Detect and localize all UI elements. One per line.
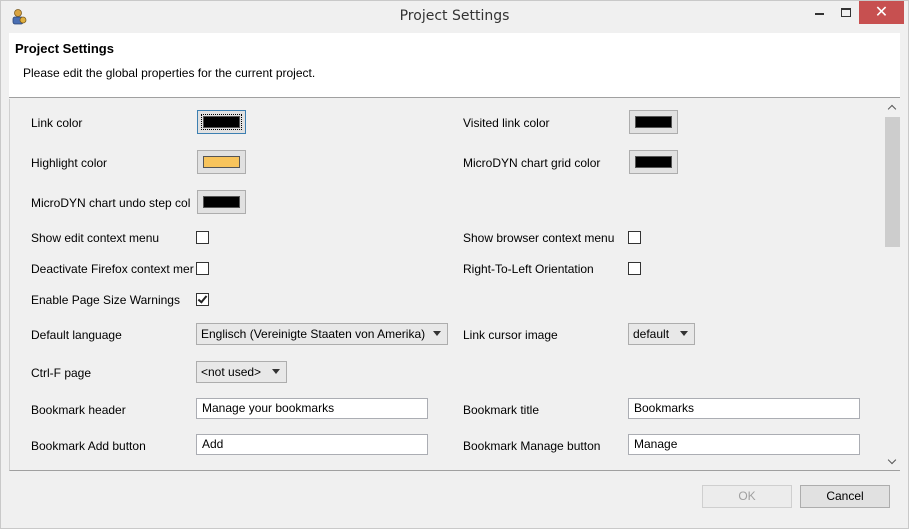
bookmark-header-input[interactable]: Manage your bookmarks	[196, 398, 428, 419]
checkmark-icon	[197, 293, 208, 304]
close-icon: ✕	[874, 2, 889, 21]
link-color-label: Link color	[31, 116, 83, 130]
microdyn-undo-color-label: MicroDYN chart undo step col	[31, 196, 191, 210]
microdyn-undo-color-button[interactable]	[197, 190, 246, 214]
visited-link-color-label: Visited link color	[463, 116, 550, 130]
bookmark-add-button-input[interactable]: Add	[196, 434, 428, 455]
link-cursor-image-value: default	[633, 327, 670, 341]
visited-link-color-button[interactable]	[629, 110, 678, 134]
ctrl-f-page-value: <not used>	[201, 365, 262, 379]
scroll-down-icon[interactable]	[884, 453, 901, 470]
link-cursor-image-select[interactable]: default	[628, 323, 695, 345]
dialog-header: Project Settings Please edit the global …	[9, 33, 900, 98]
show-edit-context-menu-label: Show edit context menu	[31, 231, 160, 245]
deactivate-firefox-menu-label: Deactivate Firefox context mer	[31, 262, 194, 276]
minimize-button[interactable]	[805, 1, 833, 24]
link-color-swatch	[201, 114, 242, 130]
window-title: Project Settings	[399, 8, 510, 24]
project-settings-dialog: Project Settings ✕ Project Settings Plea…	[0, 0, 909, 529]
cancel-button[interactable]: Cancel	[800, 485, 890, 508]
chevron-down-icon	[433, 331, 441, 336]
highlight-color-label: Highlight color	[31, 156, 108, 170]
show-browser-context-menu-label: Show browser context menu	[463, 231, 615, 245]
ctrl-f-page-select[interactable]: <not used>	[196, 361, 287, 383]
ok-button[interactable]: OK	[702, 485, 792, 508]
microdyn-grid-color-label: MicroDYN chart grid color	[463, 156, 601, 170]
ctrl-f-page-label: Ctrl-F page	[31, 366, 92, 380]
default-language-label: Default language	[31, 328, 122, 342]
default-language-select[interactable]: Englisch (Vereinigte Staaten von Amerika…	[196, 323, 448, 345]
link-cursor-image-label: Link cursor image	[463, 328, 558, 342]
scroll-up-icon[interactable]	[884, 99, 901, 116]
show-browser-context-menu-checkbox[interactable]	[628, 231, 641, 244]
chevron-down-icon	[272, 369, 280, 374]
close-button[interactable]: ✕	[859, 1, 904, 24]
rtl-orientation-checkbox[interactable]	[628, 262, 641, 275]
link-color-button[interactable]	[197, 110, 246, 134]
microdyn-grid-color-swatch	[635, 156, 672, 168]
settings-panel: Link color Visited link color Highlight …	[9, 99, 901, 471]
header-description: Please edit the global properties for th…	[23, 66, 316, 80]
maximize-button[interactable]	[833, 1, 859, 24]
microdyn-grid-color-button[interactable]	[629, 150, 678, 174]
highlight-color-button[interactable]	[197, 150, 246, 174]
bookmark-title-label: Bookmark title	[463, 403, 540, 417]
scrollbar-thumb[interactable]	[885, 117, 900, 247]
title-bar[interactable]: Project Settings ✕	[1, 1, 908, 33]
header-title: Project Settings	[15, 41, 114, 56]
page-size-warnings-checkbox[interactable]	[196, 293, 209, 306]
show-edit-context-menu-checkbox[interactable]	[196, 231, 209, 244]
bookmark-manage-button-label: Bookmark Manage button	[463, 439, 601, 453]
page-size-warnings-label: Enable Page Size Warnings	[31, 293, 180, 307]
bookmark-add-button-label: Bookmark Add button	[31, 439, 146, 453]
deactivate-firefox-menu-checkbox[interactable]	[196, 262, 209, 275]
minimize-icon	[815, 13, 824, 15]
chevron-down-icon	[680, 331, 688, 336]
rtl-orientation-label: Right-To-Left Orientation	[463, 262, 594, 276]
bookmark-header-label: Bookmark header	[31, 403, 126, 417]
vertical-scrollbar[interactable]	[884, 99, 901, 470]
default-language-value: Englisch (Vereinigte Staaten von Amerika…	[201, 327, 426, 341]
microdyn-undo-color-swatch	[203, 196, 240, 208]
bookmark-title-input[interactable]: Bookmarks	[628, 398, 860, 419]
visited-link-color-swatch	[635, 116, 672, 128]
bookmark-manage-button-input[interactable]: Manage	[628, 434, 860, 455]
highlight-color-swatch	[203, 156, 240, 168]
maximize-icon	[841, 8, 851, 17]
